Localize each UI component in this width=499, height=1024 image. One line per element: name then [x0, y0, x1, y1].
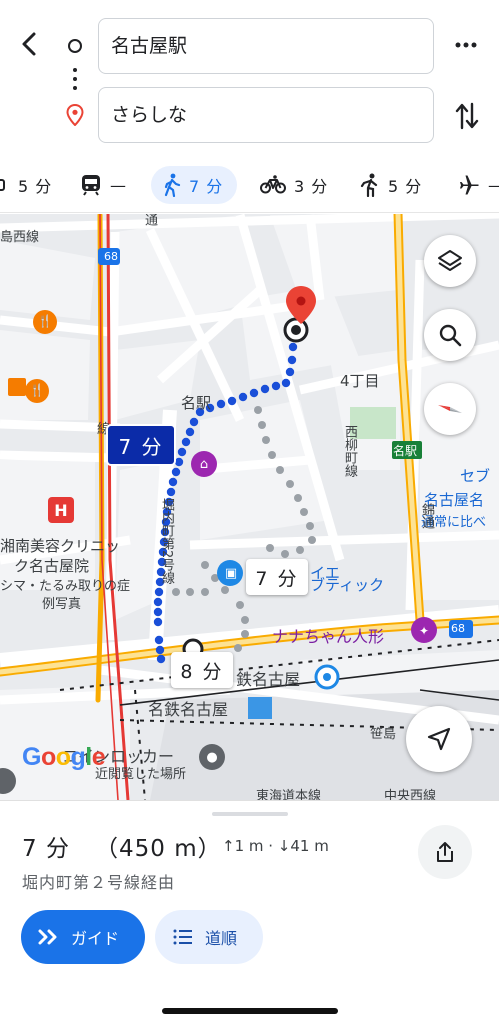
shopping-bag-icon[interactable]: ▣	[221, 564, 241, 584]
mode-transit[interactable]: —	[80, 166, 127, 204]
label-meitetsu-nagoya: 名鉄名古屋	[148, 700, 229, 719]
layers-icon	[438, 250, 462, 271]
mode-flight-time: —	[488, 176, 499, 195]
mode-ride[interactable]: 5 分	[360, 166, 422, 204]
swap-vertical-icon	[455, 102, 479, 130]
label-nishi-line: 島西線	[0, 230, 40, 245]
steps-button-label: 道順	[205, 929, 238, 948]
label-sebu: セブ	[460, 467, 491, 485]
more-horizontal-icon	[455, 42, 477, 48]
share-icon	[437, 842, 453, 862]
train-icon	[82, 175, 100, 196]
mode-bike-time: 3 分	[294, 177, 329, 196]
route-distance: （450 m）	[95, 836, 222, 862]
route-time-badge-alt-1[interactable]: 7 分	[246, 559, 308, 595]
my-location-button[interactable]	[406, 706, 472, 772]
search-icon	[439, 324, 462, 347]
route-summary-sheet: 7 分 （450 m） ↑1 m · ↓41 m 堀内町第２号線経由 ガイド 道…	[0, 800, 499, 1024]
travel-mode-bar: 5 分 — 7 分 3 分 5 分	[0, 164, 499, 206]
location-history-icon[interactable]: ●	[202, 748, 222, 768]
origin-input[interactable]: 名古屋駅	[98, 18, 434, 74]
airplane-icon	[460, 175, 479, 195]
destination-pin-icon	[66, 103, 84, 127]
car-icon	[0, 179, 5, 191]
mode-car[interactable]: 5 分	[0, 166, 52, 204]
mode-ride-time: 5 分	[388, 177, 423, 196]
header-divider	[0, 212, 499, 213]
label-route-68-top: 68	[104, 250, 118, 263]
label-sasashima: 笹島	[370, 727, 397, 742]
restaurant-icon[interactable]: 🍴	[29, 383, 45, 399]
label-nishiki-dori: 錦通	[419, 503, 434, 529]
list-icon	[173, 929, 192, 945]
home-indicator	[162, 1008, 338, 1014]
label-nanachan: ナナちゃん人形	[272, 627, 385, 646]
hospital-icon[interactable]	[48, 497, 74, 523]
walk-icon	[164, 173, 181, 197]
guide-button[interactable]: ガイド	[21, 910, 145, 964]
compass-button[interactable]	[424, 383, 476, 435]
route-elevation: ↑1 m · ↓41 m	[222, 837, 329, 855]
guide-button-label: ガイド	[71, 929, 120, 948]
bike-icon	[260, 175, 286, 194]
route-dots-icon	[73, 68, 77, 95]
map-search-button[interactable]	[424, 309, 476, 361]
label-clinic-1: 湘南美容クリニッ	[0, 537, 121, 555]
back-arrow-icon	[22, 32, 36, 56]
directions-header: 名古屋駅 さらしな 5 分 — 7 分 3 分 5 分	[0, 0, 499, 214]
route-via: 堀内町第２号線経由	[22, 873, 176, 892]
statue-icon[interactable]: ✦	[414, 621, 434, 641]
navigation-arrow-icon	[427, 727, 451, 751]
label-clinic-3: シマ・たるみ取りの症	[0, 579, 131, 594]
label-meitetsu: 鉄名古屋	[236, 670, 301, 689]
label-top-street: 通	[142, 213, 157, 226]
sheet-drag-handle[interactable]	[212, 812, 288, 816]
label-clinic-4: 例写真	[42, 597, 82, 612]
restaurant-icon[interactable]: 🍴	[37, 314, 53, 330]
double-chevron-icon	[38, 929, 57, 945]
destination-input[interactable]: さらしな	[98, 87, 434, 143]
map-view[interactable]: H 島西線 68 通 4丁目 名駅 西柳町線 名駅 セブ 名古屋名 通常に比べ …	[0, 213, 499, 803]
route-duration: 7 分	[22, 836, 70, 862]
layers-button[interactable]	[424, 235, 476, 287]
label-horiuchi-road: 堀内町第2号線	[159, 498, 174, 585]
landmark-icon[interactable]: ⌂	[194, 455, 214, 475]
label-boutique: ブティック	[310, 576, 385, 594]
label-meieki-station: 名駅	[393, 444, 418, 458]
mode-transit-time: —	[110, 175, 127, 195]
label-route-68-right: 68	[451, 622, 465, 635]
mode-flight[interactable]: —	[458, 166, 499, 204]
back-button[interactable]	[16, 28, 44, 60]
steps-button[interactable]: 道順	[155, 910, 263, 964]
swap-button[interactable]	[453, 100, 481, 132]
mode-walk[interactable]: 7 分	[151, 166, 238, 204]
share-button[interactable]	[418, 825, 472, 879]
origin-circle-icon	[68, 39, 82, 53]
label-clinic-2: ク名古屋院	[14, 557, 90, 575]
google-logo: Google	[22, 743, 106, 771]
compass-icon	[438, 405, 462, 413]
label-4-chome: 4丁目	[340, 372, 380, 390]
route-time-badge-alt-2[interactable]: 8 分	[171, 652, 233, 688]
label-meieki: 名駅	[181, 394, 212, 412]
mode-walk-time: 7 分	[189, 177, 224, 196]
mode-bike[interactable]: 3 分	[260, 166, 328, 204]
route-time-badge-primary[interactable]: 7 分	[108, 426, 174, 464]
label-recently-viewed: 近閲覧した場所	[95, 767, 187, 782]
mode-car-time: 5 分	[18, 177, 53, 196]
label-nishiyanagi-line: 西柳町線	[342, 425, 357, 477]
more-options-button[interactable]	[452, 31, 480, 59]
ride-hail-icon	[360, 173, 378, 197]
